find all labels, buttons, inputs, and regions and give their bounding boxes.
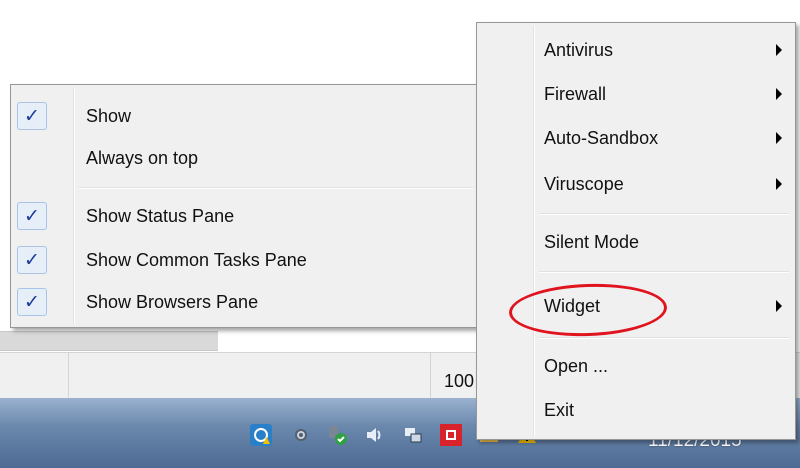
menu-item-label: Widget bbox=[544, 295, 601, 316]
usb-device-icon[interactable] bbox=[326, 424, 348, 446]
menu-item-firewall[interactable]: Firewall bbox=[480, 77, 792, 111]
menu-item-label: Exit bbox=[544, 399, 575, 420]
menu-item-silent-mode[interactable]: Silent Mode bbox=[480, 225, 792, 259]
menu-item-label: Show Browsers Pane bbox=[86, 291, 259, 312]
gear-sandbox-icon[interactable] bbox=[290, 424, 312, 446]
network-warning-icon[interactable] bbox=[250, 424, 272, 446]
speaker-icon[interactable] bbox=[364, 424, 386, 446]
submenu-arrow-icon bbox=[776, 132, 782, 144]
menu-item-show-status-pane[interactable]: ✓ Show Status Pane bbox=[14, 199, 476, 233]
checkmark-icon: ✓ bbox=[17, 288, 47, 316]
menu-item-auto-sandbox[interactable]: Auto-Sandbox bbox=[480, 121, 792, 155]
tray-context-menu: Antivirus Firewall Auto-Sandbox Viruscop… bbox=[476, 22, 796, 440]
menu-item-show[interactable]: ✓ Show bbox=[14, 99, 476, 133]
checkmark-icon: ✓ bbox=[17, 246, 47, 274]
menu-item-label: Firewall bbox=[544, 83, 607, 104]
menu-item-label: Antivirus bbox=[544, 39, 614, 60]
comodo-icon[interactable] bbox=[440, 424, 462, 446]
menu-item-show-common-tasks-pane[interactable]: ✓ Show Common Tasks Pane bbox=[14, 243, 476, 277]
submenu-arrow-icon bbox=[776, 44, 782, 56]
menu-item-open[interactable]: Open ... bbox=[480, 349, 792, 383]
menu-item-antivirus[interactable]: Antivirus bbox=[480, 33, 792, 67]
submenu-arrow-icon bbox=[776, 178, 782, 190]
menu-item-label: Show bbox=[86, 105, 132, 126]
menu-separator bbox=[79, 187, 473, 189]
menu-separator bbox=[539, 213, 789, 215]
horizontal-scrollbar[interactable] bbox=[0, 331, 218, 351]
submenu-arrow-icon bbox=[776, 88, 782, 100]
menu-item-viruscope[interactable]: Viruscope bbox=[480, 167, 792, 201]
checkmark-icon: ✓ bbox=[17, 202, 47, 230]
menu-item-label: Viruscope bbox=[544, 173, 624, 194]
status-divider bbox=[68, 353, 69, 399]
menu-separator bbox=[539, 271, 789, 273]
network-icon[interactable] bbox=[402, 424, 424, 446]
menu-item-exit[interactable]: Exit bbox=[480, 393, 792, 427]
zoom-level: 100 bbox=[444, 371, 475, 391]
submenu-arrow-icon bbox=[776, 300, 782, 312]
menu-item-label: Always on top bbox=[86, 147, 199, 168]
menu-item-label: Open ... bbox=[544, 355, 609, 376]
menu-item-show-browsers-pane[interactable]: ✓ Show Browsers Pane bbox=[14, 285, 476, 319]
menu-item-label: Auto-Sandbox bbox=[544, 127, 659, 148]
menu-item-always-on-top[interactable]: Always on top bbox=[14, 141, 476, 175]
menu-separator bbox=[539, 337, 789, 339]
widget-submenu: ✓ Show Always on top ✓ Show Status Pane … bbox=[10, 84, 480, 328]
menu-item-label: Silent Mode bbox=[544, 231, 640, 252]
status-divider bbox=[430, 353, 431, 399]
menu-item-label: Show Status Pane bbox=[86, 205, 235, 226]
menu-item-widget[interactable]: Widget bbox=[480, 289, 792, 323]
menu-item-label: Show Common Tasks Pane bbox=[86, 249, 307, 270]
checkmark-icon: ✓ bbox=[17, 102, 47, 130]
